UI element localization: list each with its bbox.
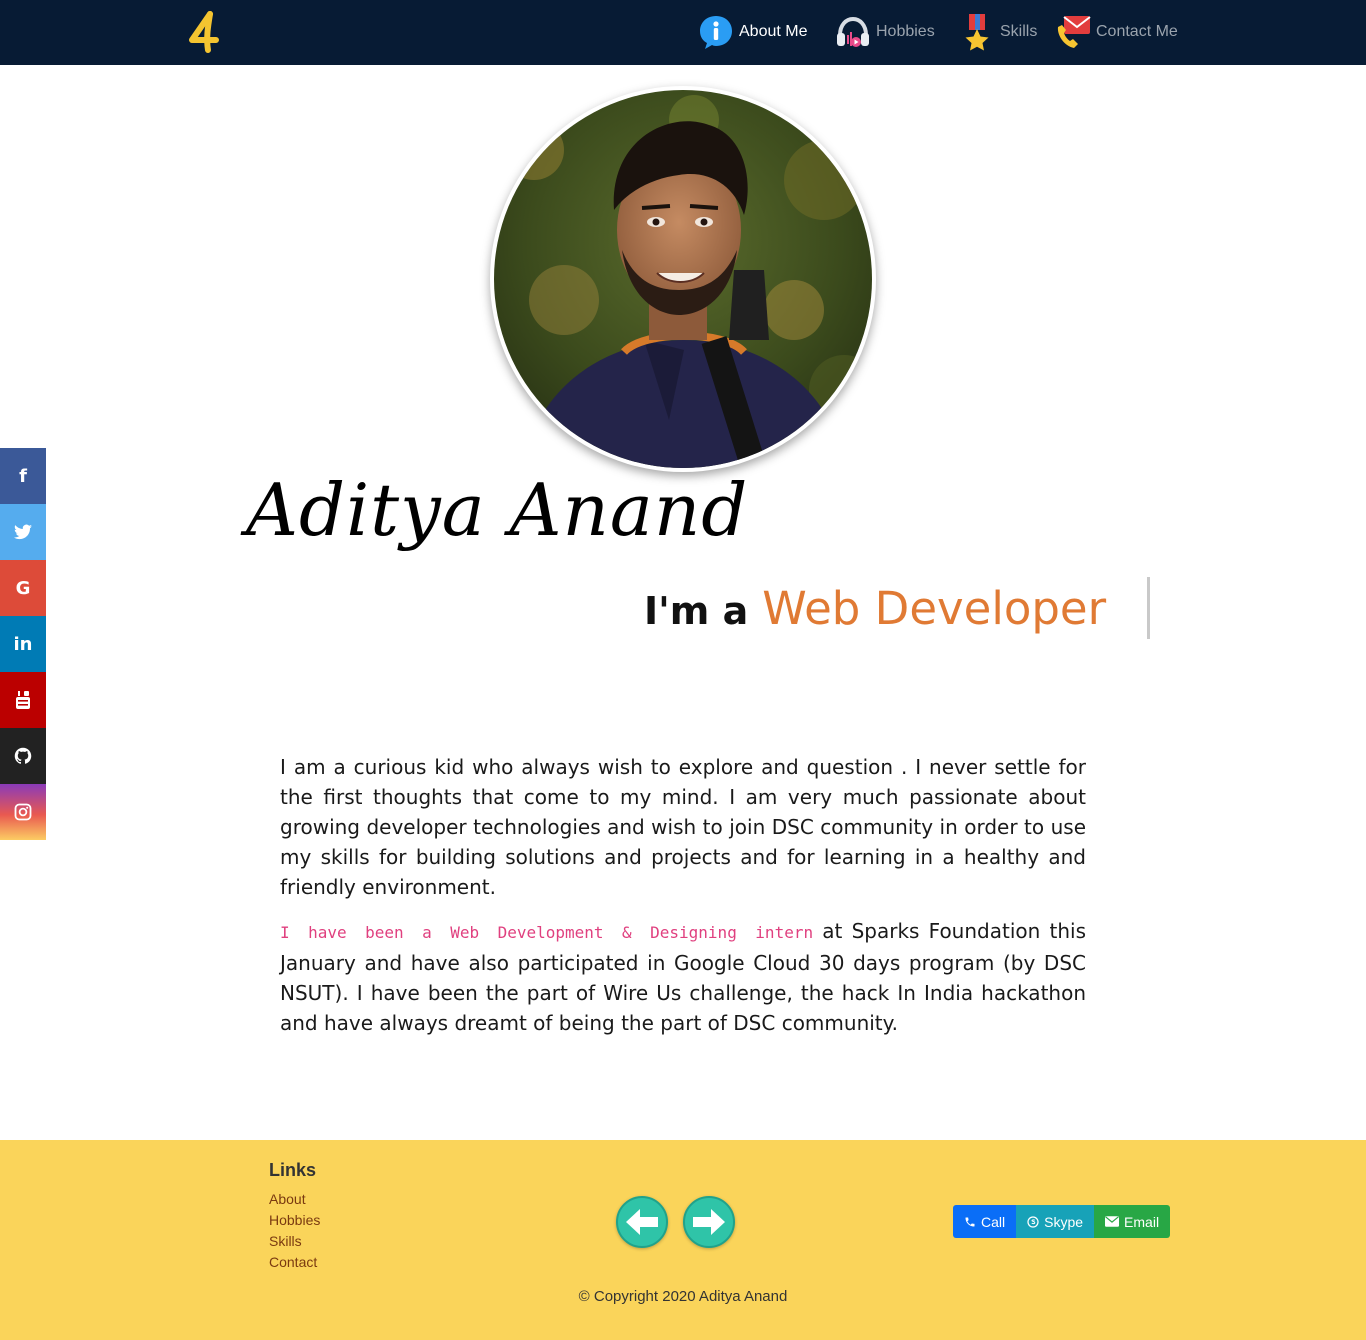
tagline: I'm a Web Developer <box>644 582 1106 642</box>
call-button[interactable]: Call <box>953 1205 1017 1238</box>
about-section: I am a curious kid who always wish to ex… <box>280 752 1086 1052</box>
footer-link-skills[interactable]: Skills <box>269 1231 320 1252</box>
nav-contact-me-label: Contact Me <box>1096 23 1178 40</box>
about-paragraph-2: I have been a Web Development & Designin… <box>280 916 1086 1038</box>
google-button[interactable]: G <box>0 560 46 616</box>
facebook-button[interactable]: f <box>0 448 46 504</box>
linkedin-button[interactable]: in <box>0 616 46 672</box>
github-button[interactable] <box>0 728 46 784</box>
phone-icon <box>965 1217 975 1226</box>
previous-page-button[interactable] <box>616 1196 668 1248</box>
call-button-label: Call <box>981 1213 1006 1230</box>
profile-photo <box>494 90 872 468</box>
brand-logo-icon[interactable] <box>186 10 222 54</box>
nav-about-me[interactable]: About Me <box>697 10 807 54</box>
instagram-icon <box>14 803 32 821</box>
nav-contact-me[interactable]: Contact Me <box>1054 10 1178 54</box>
nav-skills[interactable]: Skills <box>958 10 1037 54</box>
envelope-icon <box>1105 1216 1120 1227</box>
medal-icon <box>965 14 989 51</box>
next-page-button[interactable] <box>683 1196 735 1248</box>
phone-envelope-icon <box>1057 16 1091 48</box>
twitter-icon <box>14 524 32 540</box>
tagline-role: Web Developer <box>762 582 1107 635</box>
nav-skills-label: Skills <box>1000 23 1038 40</box>
profile-photo-frame <box>490 86 876 472</box>
internship-highlight: I have been a Web Development & Designin… <box>280 923 814 942</box>
twitter-button[interactable] <box>0 504 46 560</box>
google-icon: G <box>15 577 31 599</box>
nav-hobbies[interactable]: Hobbies <box>834 10 935 54</box>
footer-links: About Hobbies Skills Contact <box>269 1189 320 1273</box>
facebook-icon: f <box>19 465 27 487</box>
arrow-left-icon <box>626 1209 658 1235</box>
github-icon <box>14 747 32 764</box>
info-icon <box>700 16 732 49</box>
nav-about-me-label: About Me <box>739 23 808 40</box>
profile-name: Aditya Anand <box>246 468 749 552</box>
tagline-prefix: I'm a <box>644 589 749 633</box>
linkedin-icon: in <box>13 633 33 655</box>
youtube-icon <box>16 691 30 709</box>
email-button-label: Email <box>1124 1213 1160 1230</box>
copyright: © Copyright 2020 Aditya Anand <box>578 1288 788 1305</box>
about-paragraph-1: I am a curious kid who always wish to ex… <box>280 755 1086 899</box>
skype-button-label: Skype <box>1044 1213 1084 1230</box>
footer-links-title: Links <box>269 1160 317 1180</box>
footer-link-about[interactable]: About <box>269 1189 320 1210</box>
nav-hobbies-label: Hobbies <box>876 23 935 40</box>
skype-button[interactable]: Skype <box>1016 1205 1095 1238</box>
footer-link-contact[interactable]: Contact <box>269 1252 320 1273</box>
instagram-button[interactable] <box>0 784 46 840</box>
footer-link-hobbies[interactable]: Hobbies <box>269 1210 320 1231</box>
email-button[interactable]: Email <box>1094 1205 1171 1238</box>
contact-button-group: Call Skype Email <box>953 1205 1171 1238</box>
youtube-button[interactable] <box>0 672 46 728</box>
arrow-right-icon <box>693 1209 725 1235</box>
top-navbar: About Me Hobbies Skills Contact Me <box>0 0 1366 65</box>
typing-caret <box>1147 577 1150 639</box>
footer: Links About Hobbies Skills Contact Call … <box>0 1140 1366 1340</box>
headphones-icon <box>837 16 869 47</box>
social-sidebar: f G in <box>0 448 46 840</box>
skype-icon <box>1027 1215 1039 1228</box>
